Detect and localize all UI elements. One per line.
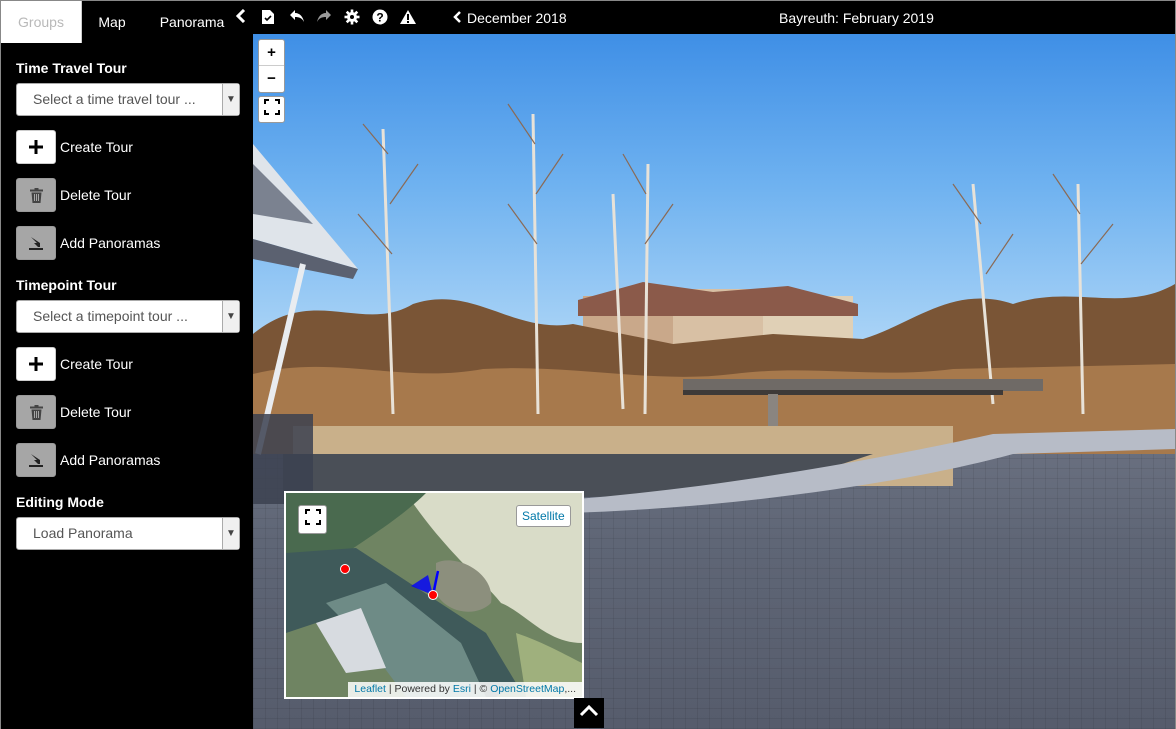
minimap[interactable]: Satellite Leaflet | Powered by Esri | © … [284, 491, 584, 699]
timepoint-tour-select-text: Select a timepoint tour ... [33, 308, 188, 324]
add-panoramas-label: Add Panoramas [60, 235, 161, 251]
delete-tour-label: Delete Tour [60, 187, 132, 203]
fullscreen-icon [263, 99, 280, 120]
warning-icon[interactable] [399, 9, 417, 27]
chevron-down-icon: ▼ [222, 84, 239, 115]
attribution-ellipsis: ,... [564, 683, 576, 695]
satellite-layer-button[interactable]: Satellite [516, 505, 571, 527]
undo-icon[interactable] [288, 9, 306, 27]
zoom-in-button[interactable]: + [259, 40, 284, 66]
save-file-icon[interactable] [259, 9, 277, 27]
tab-panorama[interactable]: Panorama [150, 1, 234, 43]
editing-mode-select[interactable]: Load Panorama ▼ [16, 517, 240, 550]
chevron-down-icon: ▼ [222, 518, 239, 549]
add-panorama-icon [16, 443, 56, 477]
attribution-powered-text: | Powered by [388, 683, 450, 695]
chevron-left-icon[interactable] [232, 8, 250, 27]
plus-icon [16, 347, 56, 381]
chevron-down-icon: ▼ [222, 301, 239, 332]
fullscreen-button[interactable] [258, 96, 285, 123]
minimap-fullscreen-button[interactable] [298, 505, 327, 534]
editing-mode-select-text: Load Panorama [33, 525, 133, 541]
previous-date-link[interactable]: December 2018 [451, 8, 567, 28]
current-panorama-marker[interactable] [428, 590, 438, 600]
help-icon[interactable]: ? [371, 9, 389, 27]
leaflet-link[interactable]: Leaflet [354, 683, 386, 695]
create-tour-label: Create Tour [60, 139, 133, 155]
plus-icon [16, 130, 56, 164]
time-travel-tour-select-text: Select a time travel tour ... [33, 91, 196, 107]
previous-date-label: December 2018 [467, 10, 567, 26]
add-panorama-icon [16, 226, 56, 260]
time-travel-tour-select[interactable]: Select a time travel tour ... ▼ [16, 83, 240, 116]
top-bar: Groups Map Panorama ? December 2018 Bayr… [1, 1, 1175, 43]
fullscreen-icon [304, 509, 321, 530]
esri-link[interactable]: Esri [453, 683, 471, 695]
attribution-separator: | © [473, 683, 488, 695]
sidebar: Time Travel Tour Select a time travel to… [1, 43, 253, 729]
chevron-left-icon [451, 8, 463, 28]
timepoint-tour-heading: Timepoint Tour [16, 277, 117, 293]
settings-icon[interactable] [343, 9, 361, 27]
timepoint-tour-select[interactable]: Select a timepoint tour ... ▼ [16, 300, 240, 333]
openstreetmap-link[interactable]: OpenStreetMap [490, 683, 564, 695]
zoom-out-button[interactable]: − [259, 66, 284, 92]
panorama-title: Bayreuth: February 2019 [779, 10, 934, 26]
time-travel-tour-heading: Time Travel Tour [16, 60, 127, 76]
tab-map[interactable]: Map [82, 1, 142, 43]
create-tour-label: Create Tour [60, 356, 133, 372]
map-attribution: Leaflet | Powered by Esri | © OpenStreet… [348, 682, 582, 697]
delete-tour-label: Delete Tour [60, 404, 132, 420]
redo-icon[interactable] [315, 9, 333, 27]
expand-panel-button[interactable] [574, 698, 604, 728]
chevron-up-icon [579, 704, 599, 722]
zoom-control: + − [258, 39, 285, 93]
panorama-marker[interactable] [340, 564, 350, 574]
editing-mode-heading: Editing Mode [16, 494, 104, 510]
trash-icon [16, 178, 56, 212]
app-window: Groups Map Panorama ? December 2018 Bayr… [0, 0, 1176, 729]
panorama-trees [253, 103, 1175, 454]
tab-groups[interactable]: Groups [1, 1, 82, 43]
trash-icon [16, 395, 56, 429]
add-panoramas-label: Add Panoramas [60, 452, 161, 468]
svg-text:?: ? [376, 11, 383, 25]
